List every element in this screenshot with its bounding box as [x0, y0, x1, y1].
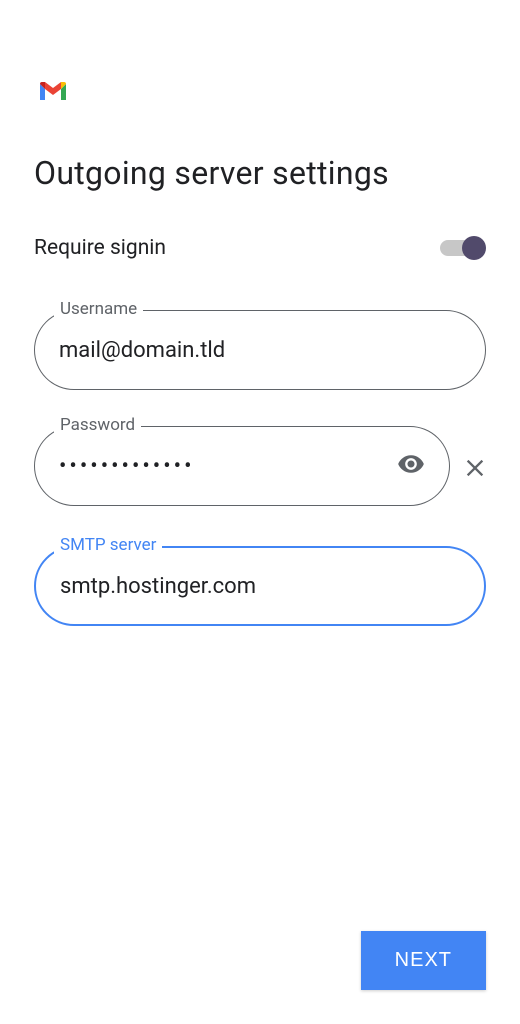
clear-password-icon[interactable]: [464, 456, 486, 486]
next-button[interactable]: NEXT: [361, 931, 486, 990]
username-input[interactable]: [59, 338, 461, 363]
page-title: Outgoing server settings: [34, 154, 486, 192]
smtp-input[interactable]: [60, 574, 460, 599]
password-field[interactable]: •••••••••••••: [34, 426, 450, 506]
password-input[interactable]: •••••••••••••: [59, 454, 397, 479]
password-label: Password: [54, 415, 141, 435]
show-password-icon[interactable]: [397, 450, 425, 482]
username-field[interactable]: [34, 310, 486, 390]
smtp-label: SMTP server: [54, 535, 162, 555]
username-label: Username: [54, 299, 143, 319]
gmail-logo-icon: [38, 80, 486, 106]
require-signin-label: Require signin: [34, 236, 166, 260]
require-signin-toggle[interactable]: [440, 236, 486, 260]
smtp-field[interactable]: [34, 546, 486, 626]
